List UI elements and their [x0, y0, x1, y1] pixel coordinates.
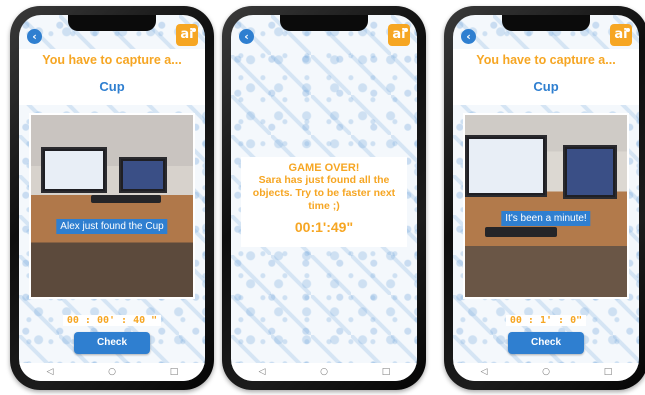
- phone-frame-1: ‹ ai You have to capture a... Cup Alex j…: [10, 6, 214, 390]
- android-nav-bar: ◁ ○ □: [231, 363, 417, 381]
- elapsed-timer: 00 : 00' : 40 ": [19, 315, 205, 326]
- game-over-title: GAME OVER!: [288, 162, 360, 174]
- android-nav-bar: ◁ ○ □: [19, 363, 205, 381]
- phone-frame-3: ‹ ai You have to capture a... Cup It's b…: [444, 6, 645, 390]
- laptop-graphic: [119, 157, 167, 193]
- minute-notification: It's been a minute!: [501, 211, 591, 226]
- game-screen-capture-1: ‹ ai You have to capture a... Cup Alex j…: [19, 15, 205, 381]
- capture-prompt: You have to capture a...: [476, 53, 616, 67]
- circle-home-icon[interactable]: ○: [314, 367, 334, 377]
- game-screen-over: ‹ ai GAME OVER! Sara has just found all …: [231, 15, 417, 381]
- square-recents-icon[interactable]: □: [164, 367, 184, 377]
- final-time: 00:1':49": [294, 219, 354, 235]
- capture-prompt: You have to capture a...: [42, 53, 182, 67]
- target-object: Cup: [533, 79, 559, 94]
- target-object: Cup: [99, 79, 125, 94]
- timer-text: 00 : 1' : 0": [505, 315, 587, 326]
- triangle-back-icon[interactable]: ◁: [40, 367, 60, 377]
- triangle-back-icon[interactable]: ◁: [252, 367, 272, 377]
- back-arrow-icon[interactable]: ‹: [239, 29, 254, 44]
- app-logo: ai: [176, 24, 198, 46]
- title-bar: You have to capture a... Cup: [19, 49, 205, 105]
- app-logo: ai: [610, 24, 632, 46]
- game-over-message: Sara has just found all the objects. Try…: [252, 174, 396, 212]
- camera-preview: Alex just found the Cup: [29, 113, 195, 299]
- back-arrow-icon[interactable]: ‹: [27, 29, 42, 44]
- square-recents-icon[interactable]: □: [598, 367, 618, 377]
- monitor-graphic: [41, 147, 107, 193]
- game-over-card: GAME OVER! Sara has just found all the o…: [241, 157, 407, 247]
- timer-text: 00 : 00' : 40 ": [62, 315, 162, 326]
- keyboard-graphic: [485, 227, 557, 237]
- circle-home-icon[interactable]: ○: [536, 367, 556, 377]
- found-notification: Alex just found the Cup: [56, 219, 168, 234]
- camera-preview: It's been a minute!: [463, 113, 629, 299]
- check-button[interactable]: Check: [74, 332, 150, 354]
- game-screen-capture-2: ‹ ai You have to capture a... Cup It's b…: [453, 15, 639, 381]
- elapsed-timer: 00 : 1' : 0": [453, 315, 639, 326]
- android-nav-bar: ◁ ○ □: [453, 363, 639, 381]
- phone-notch: [280, 15, 368, 31]
- circle-home-icon[interactable]: ○: [102, 367, 122, 377]
- square-recents-icon[interactable]: □: [376, 367, 396, 377]
- back-arrow-icon[interactable]: ‹: [461, 29, 476, 44]
- phone-notch: [502, 15, 590, 31]
- phone-notch: [68, 15, 156, 31]
- title-bar: You have to capture a... Cup: [453, 49, 639, 105]
- phone-frame-2: ‹ ai GAME OVER! Sara has just found all …: [222, 6, 426, 390]
- check-button[interactable]: Check: [508, 332, 584, 354]
- app-logo: ai: [388, 24, 410, 46]
- monitor-graphic-2: [563, 145, 617, 199]
- keyboard-graphic: [91, 195, 161, 203]
- monitor-graphic: [465, 135, 547, 197]
- triangle-back-icon[interactable]: ◁: [474, 367, 494, 377]
